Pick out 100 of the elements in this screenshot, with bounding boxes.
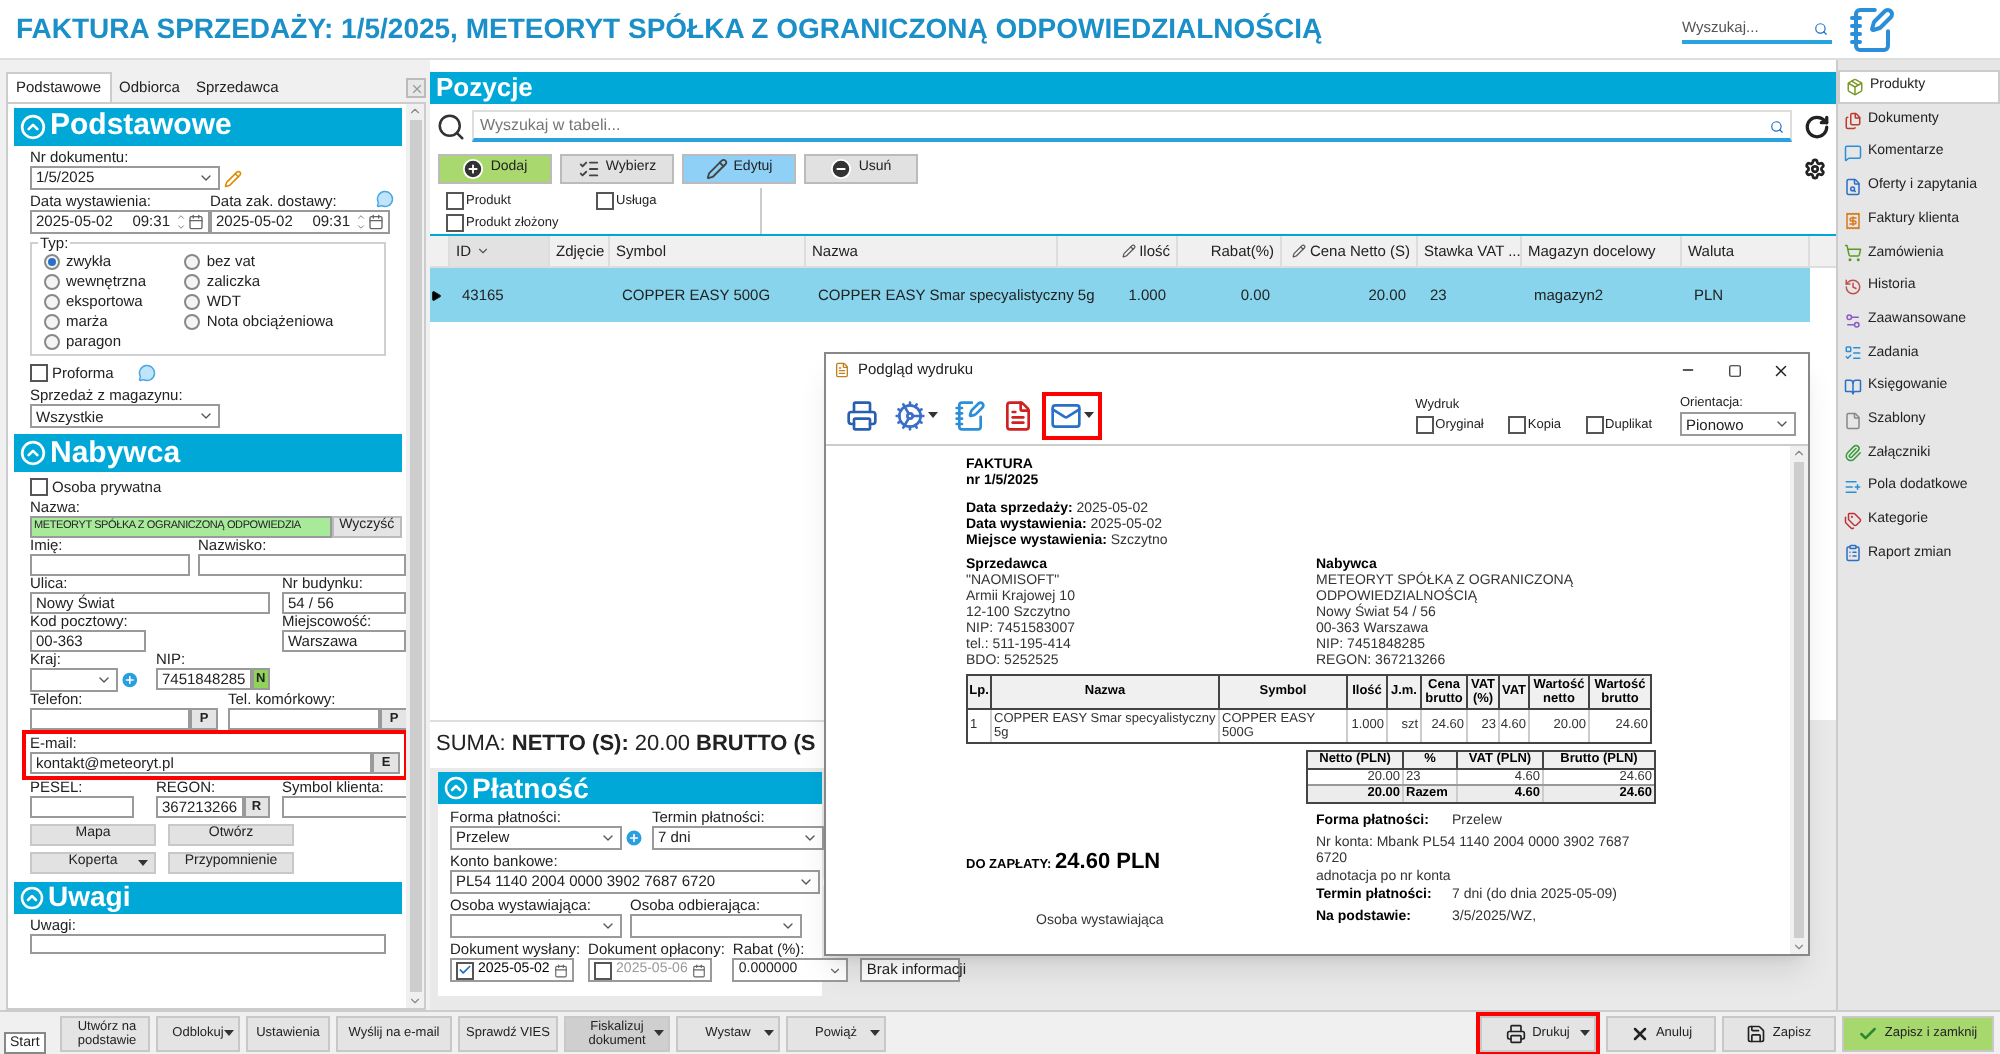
caret-icon[interactable] xyxy=(224,1030,234,1036)
caret-icon[interactable] xyxy=(654,1030,664,1036)
text-field[interactable] xyxy=(30,553,190,575)
cart-icon xyxy=(1844,244,1862,263)
notes-field[interactable] xyxy=(30,933,386,953)
collapse-icon[interactable] xyxy=(20,440,46,467)
list-plus-icon xyxy=(1844,478,1862,497)
radio-button[interactable] xyxy=(44,333,60,349)
collapse-icon[interactable] xyxy=(20,114,46,140)
notepad-pencil-icon[interactable] xyxy=(1848,5,1896,53)
pencil-icon[interactable] xyxy=(224,169,242,187)
caret-icon[interactable] xyxy=(928,412,938,418)
checkbox[interactable] xyxy=(596,192,614,211)
calendar-icon[interactable] xyxy=(188,214,204,230)
scroll-down-icon[interactable] xyxy=(1792,940,1806,954)
gears-icon[interactable] xyxy=(894,399,926,431)
scroll-up-icon[interactable] xyxy=(408,104,422,118)
pencil-icon xyxy=(1291,244,1306,258)
dropdown[interactable] xyxy=(30,667,119,691)
files-icon xyxy=(1844,111,1862,130)
collapse-icon[interactable] xyxy=(444,776,468,800)
radio-button[interactable] xyxy=(44,313,60,329)
paperclip-icon xyxy=(1844,444,1862,463)
radio-button[interactable] xyxy=(44,253,60,269)
radio-button[interactable] xyxy=(184,253,201,269)
clipboard-icon xyxy=(1844,544,1862,563)
email-icon[interactable] xyxy=(1050,399,1082,431)
caret-icon[interactable] xyxy=(764,1030,774,1036)
maximize-icon[interactable] xyxy=(1728,363,1742,377)
radio-button[interactable] xyxy=(184,313,201,329)
section-title: Pozycje xyxy=(436,70,533,107)
text-field[interactable] xyxy=(30,707,190,729)
checkbox[interactable] xyxy=(456,961,474,979)
history-icon xyxy=(1844,277,1862,296)
sum-text: SUMA: NETTO (S): 20.00 BRUTTO (S xyxy=(436,730,816,761)
add-icon[interactable] xyxy=(624,828,644,848)
pdf-icon[interactable] xyxy=(1002,399,1034,431)
task-list-icon xyxy=(1844,344,1862,363)
chevron-down-icon xyxy=(798,874,814,890)
refresh-icon[interactable] xyxy=(1804,113,1830,139)
file-search-icon xyxy=(1844,177,1862,196)
minus-circle-icon xyxy=(830,157,853,179)
search-icon[interactable] xyxy=(1814,22,1828,36)
dropdown[interactable] xyxy=(450,914,622,938)
checkbox[interactable] xyxy=(446,214,464,233)
caret-icon[interactable] xyxy=(1084,412,1094,418)
chevron-down-icon xyxy=(600,918,616,934)
checkbox[interactable] xyxy=(446,192,464,211)
chevron-down-icon xyxy=(198,170,214,186)
printer-icon[interactable] xyxy=(846,399,878,431)
text-field[interactable] xyxy=(198,553,406,575)
pencil-icon xyxy=(705,157,728,179)
section-title: Nabywca xyxy=(50,433,181,473)
info-bubble-icon[interactable] xyxy=(376,190,394,208)
checkbox[interactable] xyxy=(594,961,613,979)
radio-button[interactable] xyxy=(44,273,60,289)
checkbox[interactable] xyxy=(1415,415,1434,434)
text-field[interactable] xyxy=(30,795,134,817)
scroll-down-icon[interactable] xyxy=(408,994,422,1008)
collapse-icon[interactable] xyxy=(20,885,44,909)
section-title: Uwagi xyxy=(48,878,131,916)
text-field[interactable] xyxy=(228,707,380,729)
info-bubble-icon[interactable] xyxy=(137,364,156,383)
radio-button[interactable] xyxy=(44,293,60,309)
spinner-icon[interactable] xyxy=(176,212,186,232)
tags-icon xyxy=(1844,511,1862,530)
window-title: FAKTURA SPRZEDAŻY: 1/5/2025, METEORYT SPÓŁKA Z OGRANICZONĄ ODPOWIEDZIALNOŚCIĄ xyxy=(16,10,1325,48)
checkbox[interactable] xyxy=(30,478,48,497)
add-icon[interactable] xyxy=(120,669,140,689)
table-search-field[interactable]: Wyszukaj w tabeli... xyxy=(472,110,1792,142)
dropdown[interactable] xyxy=(630,914,802,938)
chevron-down-icon xyxy=(600,830,616,846)
edit-document-icon[interactable] xyxy=(954,399,986,431)
section-title: Podstawowe xyxy=(50,106,232,147)
package-icon xyxy=(1846,77,1864,96)
scrollbar[interactable] xyxy=(1790,446,1808,954)
checkbox[interactable] xyxy=(30,364,48,383)
radio-button[interactable] xyxy=(184,293,201,309)
calendar-icon xyxy=(692,963,707,977)
checkbox[interactable] xyxy=(1585,415,1604,434)
caret-icon[interactable] xyxy=(138,859,148,865)
text-field[interactable] xyxy=(282,795,406,817)
window-icon xyxy=(834,362,850,378)
caret-icon[interactable] xyxy=(1580,1030,1590,1036)
scrollbar[interactable] xyxy=(406,104,424,1008)
chevron-down-icon xyxy=(828,963,843,977)
calendar-icon[interactable] xyxy=(368,214,384,230)
sliders-icon xyxy=(1844,311,1862,330)
chat-icon xyxy=(1844,144,1862,163)
sort-icon xyxy=(475,244,489,258)
settings-icon[interactable] xyxy=(1804,157,1826,179)
caret-icon[interactable] xyxy=(870,1030,880,1036)
spinner-icon[interactable] xyxy=(356,212,366,232)
scroll-up-icon[interactable] xyxy=(1792,446,1806,460)
checklist-icon xyxy=(577,157,600,179)
close-icon[interactable] xyxy=(1772,361,1790,379)
search-icon[interactable] xyxy=(1770,120,1784,134)
checkbox[interactable] xyxy=(1507,415,1526,434)
radio-button[interactable] xyxy=(184,273,201,289)
receipt-icon xyxy=(1844,211,1862,230)
